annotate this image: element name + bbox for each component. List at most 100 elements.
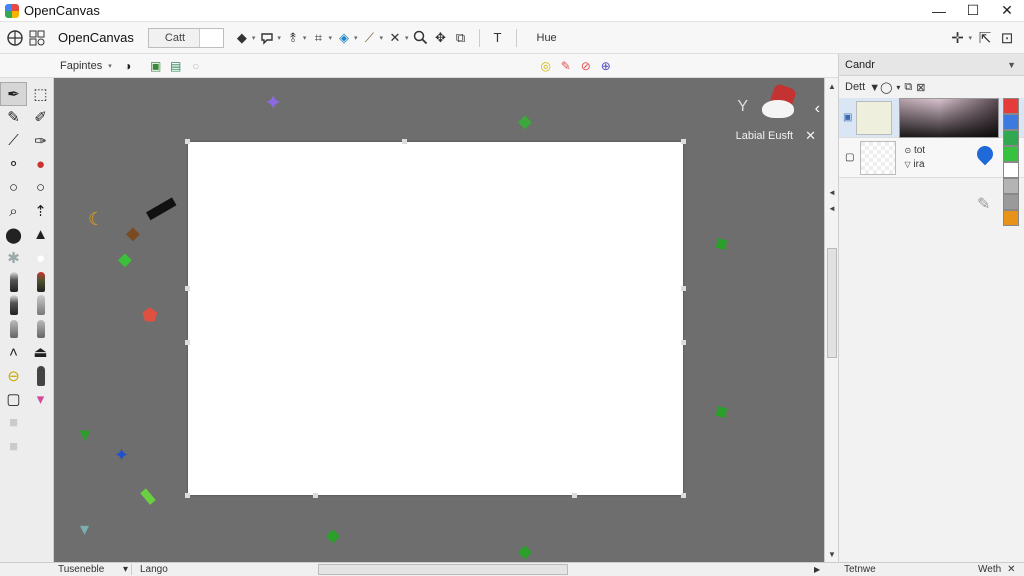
zoom-icon[interactable] xyxy=(411,27,431,49)
caret-icon[interactable]: ▾ xyxy=(328,34,332,42)
gradient-icon[interactable]: ▤ xyxy=(166,57,186,75)
resize-handle[interactable] xyxy=(681,286,686,291)
mode-field-segment[interactable] xyxy=(198,28,223,47)
image-icon[interactable]: ▣ xyxy=(146,57,166,75)
circle-option-icon[interactable]: ○ xyxy=(186,57,206,75)
edit-pencil-icon[interactable]: ✎ xyxy=(977,194,990,214)
caret-up-icon[interactable]: ˄ xyxy=(0,341,27,365)
resize-handle[interactable] xyxy=(402,139,407,144)
star-icon[interactable]: ✱ xyxy=(0,247,27,271)
color-swatch[interactable] xyxy=(1003,210,1019,226)
resize-handle[interactable] xyxy=(681,139,686,144)
color-pen-icon[interactable]: ▾ xyxy=(27,388,54,412)
vertical-scrollbar[interactable]: ▲ ◄ ◄ ▼ xyxy=(824,78,838,562)
color-swatch[interactable] xyxy=(1003,146,1019,162)
scroll-up-icon[interactable]: ▲ xyxy=(825,78,839,94)
resize-handle[interactable] xyxy=(185,340,190,345)
resize-handle[interactable] xyxy=(185,493,190,498)
layout-icon[interactable]: ⊡ xyxy=(996,27,1018,49)
grid-settings-icon[interactable] xyxy=(26,27,48,49)
color-swatch[interactable] xyxy=(1003,162,1019,178)
binoculars-icon[interactable]: ✥ xyxy=(431,27,451,49)
collapse-panel-icon[interactable]: ‹ xyxy=(815,100,820,118)
pen-icon[interactable]: ✒ xyxy=(0,82,27,106)
cross-tool-icon[interactable]: ✕ xyxy=(385,27,405,49)
magic-wand-icon[interactable]: ◎ xyxy=(536,57,556,75)
search-tool-icon[interactable]: ⌕ xyxy=(0,200,27,224)
hue-label[interactable]: Hue xyxy=(537,32,557,44)
close-button[interactable]: ✕ xyxy=(990,0,1024,22)
close-icon[interactable]: ✕ xyxy=(1007,564,1015,575)
layer-copy-icon[interactable]: ⧉ xyxy=(904,81,912,94)
magnify-icon[interactable]: ○ xyxy=(0,176,27,200)
maximize-button[interactable]: ☐ xyxy=(956,0,990,22)
brush-preset-select[interactable]: Fapintes xyxy=(60,60,102,72)
color-wheel-icon[interactable]: ◑ xyxy=(118,57,138,75)
eraser-circle-icon[interactable]: ● xyxy=(27,247,54,271)
smudge-icon[interactable] xyxy=(0,317,27,341)
panel-menu-icon[interactable]: ▼ xyxy=(1007,60,1016,70)
caret-icon[interactable]: ▾ xyxy=(379,34,383,42)
fill-diamond-icon[interactable]: ◆ xyxy=(232,27,252,49)
flat-brush-icon[interactable] xyxy=(27,270,54,294)
needle-icon[interactable]: ⇡ xyxy=(27,200,54,224)
drop-icon[interactable]: ⬤ xyxy=(0,223,27,247)
add-icon[interactable]: ✛ xyxy=(946,27,968,49)
minimize-button[interactable]: — xyxy=(922,0,956,22)
feather-icon[interactable]: ✑ xyxy=(27,129,54,153)
resize-handle[interactable] xyxy=(313,493,318,498)
color-swatch[interactable] xyxy=(1003,114,1019,130)
caret-icon[interactable]: ▾ xyxy=(303,34,307,42)
layer-delete-icon[interactable]: ⊠ xyxy=(916,81,925,94)
color-swatch[interactable] xyxy=(1003,178,1019,194)
zoom-box-icon[interactable]: ⧉ xyxy=(451,27,471,49)
lasso-red-icon[interactable]: ⊘ xyxy=(576,57,596,75)
scroll-down-icon[interactable]: ▼ xyxy=(825,546,839,562)
chevron-down-icon[interactable]: ▾ xyxy=(108,62,112,70)
swatch-tool-2-icon[interactable]: ■ xyxy=(0,435,27,459)
clone-icon[interactable]: ⏏ xyxy=(27,341,54,365)
rounded-rect-icon[interactable]: ▢ xyxy=(0,388,27,412)
chevron-down-icon[interactable]: ▾ xyxy=(896,83,900,92)
visibility-icon[interactable]: ▣ xyxy=(843,112,852,123)
highlight-icon[interactable]: ⊖ xyxy=(0,364,27,388)
color-gradient-picker[interactable] xyxy=(899,98,999,138)
layers-label[interactable]: Dett xyxy=(845,81,865,93)
ink-pen-icon[interactable]: ⟋ xyxy=(0,129,27,153)
resize-handle[interactable] xyxy=(681,493,686,498)
resize-handle[interactable] xyxy=(185,139,190,144)
blur-icon[interactable] xyxy=(27,317,54,341)
label-edit-text[interactable]: Labial Eusft xyxy=(736,130,793,142)
export-icon[interactable]: ⇱ xyxy=(974,27,996,49)
pen-stick-icon[interactable] xyxy=(27,364,54,388)
fill-triangle-icon[interactable]: ▲ xyxy=(27,223,54,247)
pencil-icon[interactable]: ✐ xyxy=(27,106,54,130)
color-swatch[interactable] xyxy=(1003,130,1019,146)
mode-field[interactable]: Catt xyxy=(147,27,224,48)
scroll-arrow-icon[interactable]: ◄ xyxy=(825,200,839,216)
transform-options-icon[interactable]: ⊕ xyxy=(596,57,616,75)
caret-icon[interactable]: ▾ xyxy=(354,34,358,42)
scroll-thumb[interactable] xyxy=(827,248,837,358)
status-far-right-label[interactable]: Weth xyxy=(978,564,1001,575)
transform-icon[interactable]: ⌗ xyxy=(308,27,328,49)
select-rect-icon[interactable]: ⬚ xyxy=(27,82,54,106)
color-swatch[interactable] xyxy=(1003,98,1019,114)
workspace[interactable]: ✦ ◆ ▬ ☾ ◆ ◆ ⬟ ◆ ◆ ▼ ✦ ▮ ▾ ◆ ◆ Y ‹ Labial… xyxy=(54,78,824,562)
caret-icon[interactable]: ▾ xyxy=(968,34,972,42)
layer-row[interactable]: ▢ ⊙ tot ▽ ira xyxy=(839,138,1024,178)
color-swatch[interactable] xyxy=(1003,194,1019,210)
eyedropper-icon[interactable]: ⟋ xyxy=(359,27,379,49)
tall-brush-icon[interactable] xyxy=(0,294,27,318)
drawing-canvas[interactable] xyxy=(185,139,686,498)
swatch-tool-icon[interactable]: ■ xyxy=(0,411,27,435)
marker-icon[interactable]: ● xyxy=(27,153,54,177)
pin-tool-icon[interactable]: ⥉ xyxy=(283,27,303,49)
blend-mode-icon[interactable]: ▼◯ xyxy=(869,81,892,94)
blend-icon[interactable]: ⚬ xyxy=(0,153,27,177)
scroll-arrow-icon[interactable]: ◄ xyxy=(825,184,839,200)
pen-tool-icon[interactable]: ✎ xyxy=(556,57,576,75)
bucket-icon[interactable]: ◈ xyxy=(334,27,354,49)
soft-brush-icon[interactable] xyxy=(27,294,54,318)
panel-tab[interactable]: Candr xyxy=(845,59,875,71)
